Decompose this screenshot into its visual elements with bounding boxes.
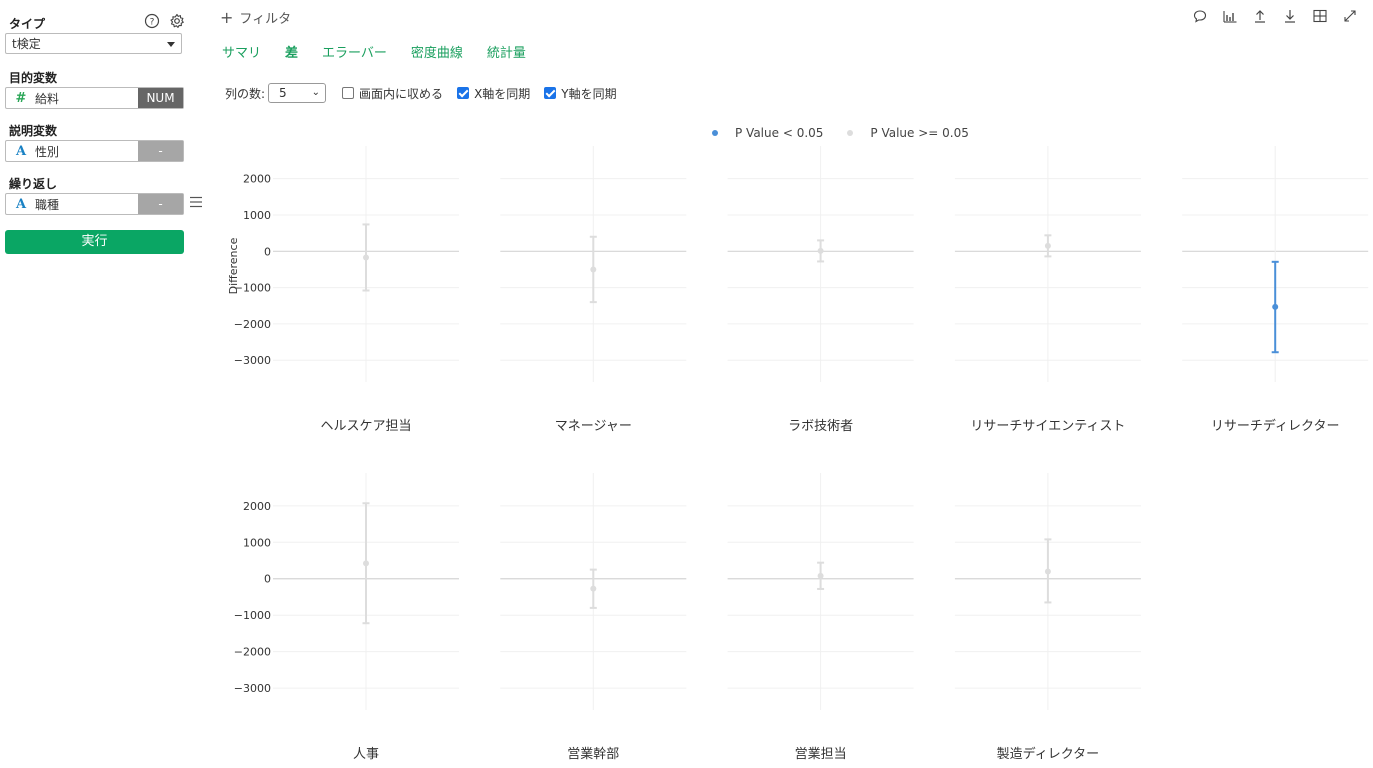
mean-point xyxy=(363,560,369,567)
y-tick-label: −3000 xyxy=(234,682,271,695)
y-tick-label: 1000 xyxy=(243,209,271,222)
y-tick-label: −3000 xyxy=(234,354,271,367)
mean-point xyxy=(1044,242,1051,249)
facet-label: リサーチサイエンティスト xyxy=(970,419,1125,434)
y-tick-label: 2000 xyxy=(243,500,271,513)
mean-point xyxy=(363,254,369,261)
facet-label: 製造ディレクター xyxy=(997,746,1100,762)
y-tick-label: −2000 xyxy=(234,646,271,659)
y-axis-title: Difference xyxy=(227,237,240,294)
facet-label: ラボ技術者 xyxy=(788,419,853,434)
y-tick-label: 2000 xyxy=(243,173,271,186)
y-tick-label: 0 xyxy=(264,245,271,258)
facet-label: リサーチディレクター xyxy=(1211,418,1340,434)
y-tick-label: −1000 xyxy=(234,609,271,622)
mean-point xyxy=(590,585,597,592)
facet-label: ヘルスケア担当 xyxy=(320,419,411,434)
y-tick-label: 1000 xyxy=(243,536,271,549)
facet-label: 人事 xyxy=(353,747,379,762)
facet-chart-area: 2000 1000 0 −1000 −2000 −3000 Difference ヘルスケア担… xyxy=(227,146,1369,762)
y-tick-label: −2000 xyxy=(234,318,271,331)
mean-point xyxy=(590,266,597,273)
mean-point xyxy=(1272,303,1279,310)
mean-point xyxy=(817,572,824,579)
mean-point xyxy=(817,247,824,254)
mean-point xyxy=(1044,568,1051,575)
facet-label: マネージャー xyxy=(555,419,632,434)
facet-label: 営業担当 xyxy=(795,746,847,762)
y-tick-label: 0 xyxy=(264,573,271,586)
facet-label: 営業幹部 xyxy=(567,746,619,762)
